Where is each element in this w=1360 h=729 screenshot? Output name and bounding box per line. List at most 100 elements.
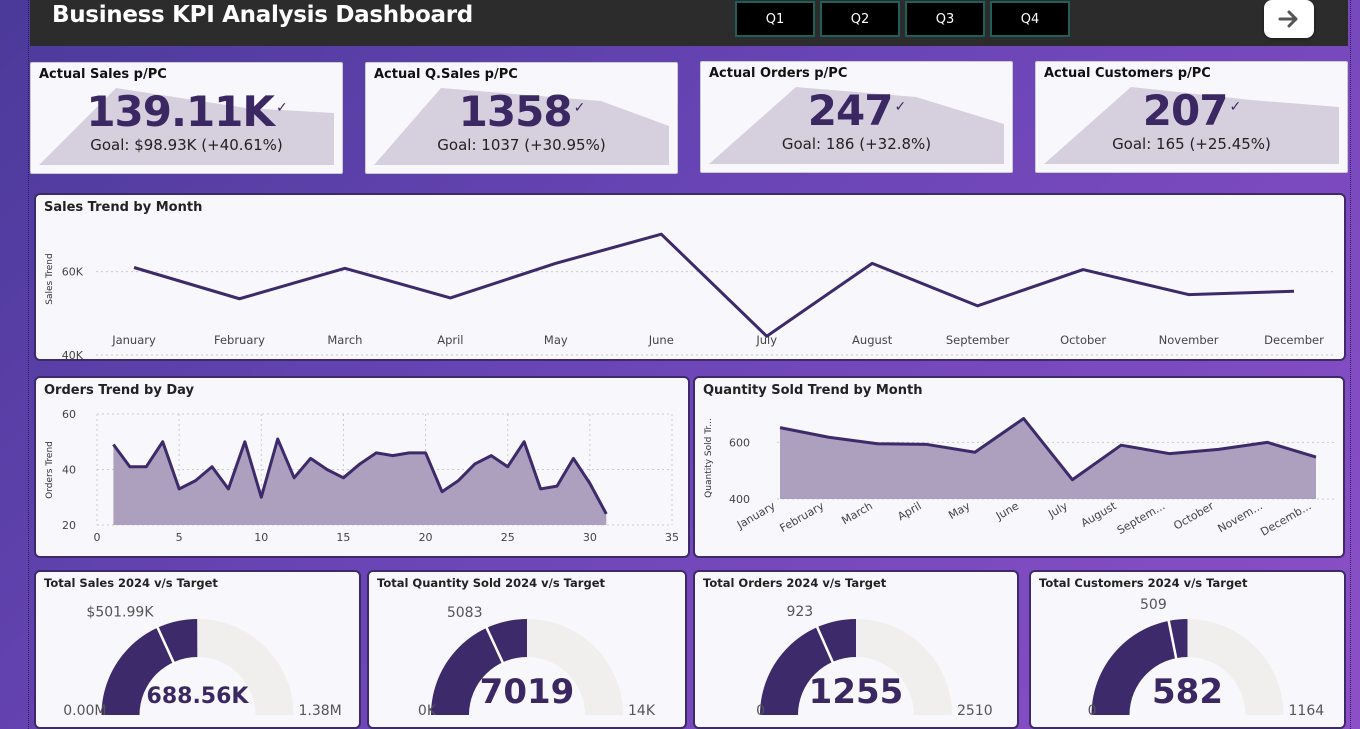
y-tick-label: 60K xyxy=(62,266,84,279)
x-tick-label: February xyxy=(214,333,265,347)
y-axis-label: Quantity Sold Tr... xyxy=(704,418,714,498)
x-tick-label: November xyxy=(1159,333,1219,347)
gauge-min-label: 0K xyxy=(418,703,437,719)
gauge-max-label: 14K xyxy=(628,703,656,719)
x-tick-label: May xyxy=(544,333,568,347)
x-tick-label: January xyxy=(111,333,156,347)
x-tick-label: February xyxy=(778,499,827,535)
gauge-target-label: 5083 xyxy=(447,605,483,621)
x-tick-label: Septem... xyxy=(1115,499,1167,537)
gauge-max-label: 1164 xyxy=(1289,703,1325,719)
q2-button[interactable]: Q2 xyxy=(820,1,900,37)
x-tick-label: December xyxy=(1264,333,1324,347)
kpi-goal: Goal: $98.93K (+40.61%) xyxy=(90,136,283,154)
y-tick-label: 600 xyxy=(729,436,750,449)
x-tick-label: June xyxy=(648,333,674,347)
x-tick-label: April xyxy=(895,499,923,523)
next-page-button[interactable] xyxy=(1264,0,1314,38)
quantity-gauge: 5083 7019 0K 14K xyxy=(418,605,656,719)
gauge-card-quantity[interactable]: Total Quantity Sold 2024 v/s Target 5083… xyxy=(367,570,687,729)
x-tick-label: June xyxy=(993,499,1021,523)
series-area xyxy=(113,438,607,525)
y-tick-label: 40 xyxy=(62,464,76,477)
kpi-goal: Goal: 165 (+25.45%) xyxy=(1112,135,1271,153)
gauge-target-label: $501.99K xyxy=(86,605,154,621)
x-tick-label: April xyxy=(437,333,463,347)
left-guide-line xyxy=(28,0,29,729)
quantity-trend-chart: 400600Quantity Sold Tr...January February… xyxy=(704,417,1335,539)
sales-gauge: $501.99K 688.56K 0.00M 1.38M xyxy=(63,605,342,719)
sales-trend-chart: 40K 60K Sales Trend January February March Apr… xyxy=(45,232,1336,359)
dashboard-title: Business KPI Analysis Dashboard xyxy=(52,2,473,28)
kpi-value: 247 ✓ xyxy=(807,86,906,135)
gauge-value: 7019 xyxy=(480,672,575,712)
check-icon: ✓ xyxy=(275,100,288,116)
x-tick-label: 15 xyxy=(336,531,350,544)
header-bar: Business KPI Analysis Dashboard Q1 Q2 Q3… xyxy=(30,0,1348,46)
y-tick-label: 20 xyxy=(62,519,76,532)
x-tick-label: 20 xyxy=(419,531,433,544)
x-tick-label: 0 xyxy=(94,531,101,544)
x-tick-label: March xyxy=(327,333,362,347)
orders-gauge: 923 1255 0 2510 xyxy=(756,604,993,719)
series-area xyxy=(780,418,1316,499)
gauge-value: 688.56K xyxy=(147,684,250,709)
y-tick-label: 60 xyxy=(62,408,76,421)
gauge-max-label: 2510 xyxy=(957,703,993,719)
gauge-target-label: 509 xyxy=(1140,597,1167,613)
check-icon: ✓ xyxy=(573,100,586,116)
gauge-card-customers[interactable]: Total Customers 2024 v/s Target 509 582 0 1… xyxy=(1029,570,1346,729)
orders-trend-card[interactable]: Orders Trend by Day 20 40 60 0 5 10 15 20 25 30 35… xyxy=(34,376,690,558)
kpi-card-sales[interactable]: Actual Sales p/PC 139.11K ✓ Goal: $98.93K… xyxy=(30,62,343,174)
y-axis-label: Orders Trend xyxy=(45,441,55,499)
x-tick-label: 35 xyxy=(665,531,679,544)
x-tick-label: October xyxy=(1171,499,1216,533)
x-tick-label: May xyxy=(946,499,973,522)
x-tick-label: 25 xyxy=(501,531,515,544)
kpi-goal: Goal: 1037 (+30.95%) xyxy=(437,136,606,154)
gauge-card-orders[interactable]: Total Orders 2024 v/s Target 923 1255 0 251… xyxy=(693,570,1019,729)
x-tick-label: Novem... xyxy=(1215,499,1264,535)
kpi-label: Actual Sales p/PC xyxy=(39,67,167,82)
kpi-value: 139.11K ✓ xyxy=(86,87,288,136)
sales-trend-card[interactable]: Sales Trend by Month 40K 60K Sales Trend Ja… xyxy=(34,193,1346,361)
customers-gauge: 509 582 0 1164 xyxy=(1088,597,1325,719)
gauge-max-label: 1.38M xyxy=(299,703,342,719)
x-tick-label: Decemb... xyxy=(1258,499,1313,538)
gauge-min-label: 0 xyxy=(1088,703,1097,719)
y-tick-label: 40K xyxy=(62,349,84,359)
gauge-min-label: 0 xyxy=(756,703,765,719)
y-axis-label: Sales Trend xyxy=(45,253,55,304)
q3-button[interactable]: Q3 xyxy=(905,1,985,37)
y-tick-label: 400 xyxy=(729,493,750,506)
x-tick-label: October xyxy=(1060,333,1106,347)
x-tick-label: 30 xyxy=(583,531,597,544)
q1-button[interactable]: Q1 xyxy=(735,1,815,37)
kpi-label: Actual Q.Sales p/PC xyxy=(374,67,518,82)
gauge-card-sales[interactable]: Total Sales 2024 v/s Target $501.99K 688.… xyxy=(34,570,361,729)
kpi-value: 207 ✓ xyxy=(1142,86,1241,135)
kpi-card-orders[interactable]: Actual Orders p/PC 247 ✓ Goal: 186 (+32.8… xyxy=(700,61,1013,173)
check-icon: ✓ xyxy=(894,99,906,115)
gauge-target-label: 923 xyxy=(786,604,813,620)
x-tick-label: September xyxy=(946,333,1010,347)
kpi-value: 1358 ✓ xyxy=(458,87,586,136)
x-tick-label: 5 xyxy=(176,531,183,544)
kpi-card-quantity[interactable]: Actual Q.Sales p/PC 1358 ✓ Goal: 1037 (+3… xyxy=(365,62,678,174)
x-tick-label: 10 xyxy=(254,531,268,544)
x-tick-label: July xyxy=(1045,499,1070,521)
right-guide-line xyxy=(1350,0,1351,729)
quantity-trend-card[interactable]: Quantity Sold Trend by Month 400 600 Quant… xyxy=(693,376,1345,558)
kpi-label: Actual Customers p/PC xyxy=(1044,66,1211,81)
gauge-min-label: 0.00M xyxy=(63,703,106,719)
orders-trend-chart: 20 40 60 0 5 10 15 20 25 30 35 Orders Trend xyxy=(45,408,679,544)
series-line xyxy=(133,232,1295,338)
gauge-value: 1255 xyxy=(809,672,904,712)
x-tick-label: March xyxy=(839,499,875,527)
kpi-label: Actual Orders p/PC xyxy=(709,66,848,81)
arrow-right-icon xyxy=(1278,10,1298,28)
x-tick-label: August xyxy=(1079,499,1119,530)
q4-button[interactable]: Q4 xyxy=(990,1,1070,37)
gauge-value: 582 xyxy=(1152,672,1223,712)
kpi-card-customers[interactable]: Actual Customers p/PC 207 ✓ Goal: 165 (+2… xyxy=(1035,61,1348,173)
